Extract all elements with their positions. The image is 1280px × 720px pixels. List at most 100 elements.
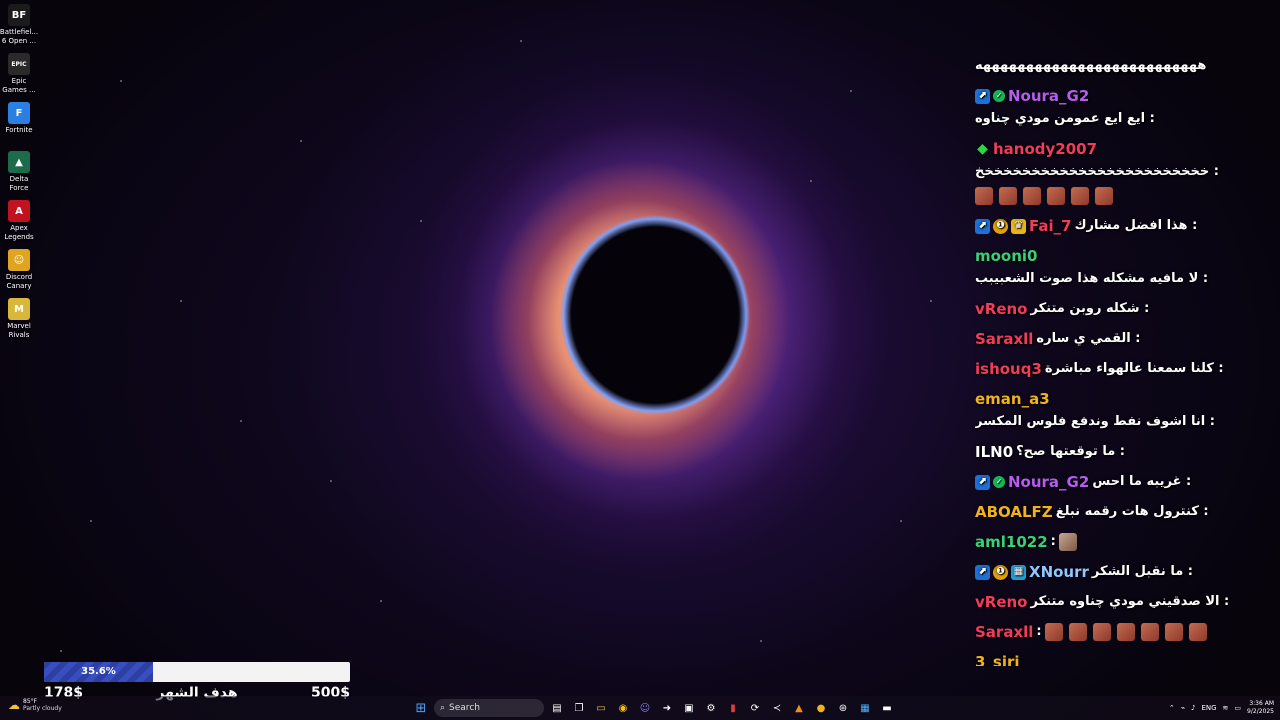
chat-emote <box>1058 533 1077 551</box>
chat-emote <box>1140 623 1159 641</box>
star <box>810 180 812 182</box>
verified-badge-icon: ✓ <box>993 476 1005 488</box>
desktop-icon-marvel-rivals[interactable]: M Marvel Rivals <box>0 298 38 346</box>
chat-username[interactable]: Saraxll <box>975 622 1033 642</box>
chat-username[interactable]: ABOALFZ <box>975 502 1053 522</box>
chrome-taskbar-button[interactable]: ◉ <box>614 699 632 717</box>
chat-username[interactable]: 3_siri <box>975 652 1020 666</box>
chat-message: ⬈ ✓ Noura_G2: ايع ايع عمومن مودي چناوه <box>975 86 1265 129</box>
vscode-taskbar-button[interactable]: ≺ <box>768 699 786 717</box>
star <box>380 600 382 602</box>
chat-message: 3_siri: خخخخخخخخخخخخخخخخخخخخخخخخخخخ <box>975 652 1265 666</box>
chat-message: ◆ hanody2007: خخخخخخخخخخخخخخخخخخخخخخخخخ <box>975 139 1265 206</box>
chat-app-icon: ● <box>816 702 826 714</box>
folder-icon: ▭ <box>596 702 606 714</box>
monitor-app-taskbar-button[interactable]: ▬ <box>878 699 896 717</box>
desktop-icon-epic-games[interactable]: EPIC Epic Games ... <box>0 53 38 101</box>
chevron-up-icon[interactable]: ⌃ <box>1169 704 1175 712</box>
red-app-icon: ▮ <box>730 702 736 714</box>
weather-widget[interactable]: ☁ 85°F Partly cloudy <box>8 698 62 712</box>
desktop-icon-fortnite[interactable]: F Fortnite <box>0 102 38 150</box>
sync-taskbar-button[interactable]: ⟳ <box>746 699 764 717</box>
desktop-icon-label: Discord Canary <box>5 273 33 290</box>
chat-username[interactable]: XNourr <box>1029 562 1089 582</box>
language-indicator[interactable]: ENG <box>1201 704 1216 712</box>
gold-badge-icon: ❶ <box>993 564 1008 580</box>
chat-username[interactable]: Saraxll <box>975 329 1033 349</box>
clock-time: 3:36 AM <box>1249 700 1274 707</box>
arrow-app-taskbar-button[interactable]: ➜ <box>658 699 676 717</box>
notes-app-taskbar-button[interactable]: ▦ <box>856 699 874 717</box>
terminal-taskbar-button[interactable]: ▣ <box>680 699 698 717</box>
desktop-icon-discord-canary[interactable]: ☺ Discord Canary <box>0 249 38 297</box>
chat-username[interactable]: eman_a3 <box>975 389 1050 409</box>
desktop-icon-label: Delta Force <box>9 175 29 192</box>
start-button[interactable]: ⊞ <box>412 699 430 717</box>
chat-emote <box>975 187 993 205</box>
desktop-icon-label: Marvel Rivals <box>7 322 31 339</box>
desktop-icon-delta-force[interactable]: ▲ Delta Force <box>0 151 38 199</box>
volume-icon[interactable]: ♪ <box>1191 704 1195 712</box>
clock-date: 9/2/2025 <box>1247 708 1274 715</box>
task-view-taskbar-button[interactable]: ❐ <box>570 699 588 717</box>
monitor-app-icon: ▬ <box>882 702 892 714</box>
delta-force-icon: ▲ <box>8 151 30 173</box>
chat-username[interactable]: aml1022 <box>975 532 1048 552</box>
chat-message-text: : ما نقبل الشكر <box>1091 564 1193 579</box>
taskbar-search[interactable]: ⌕ Search <box>434 699 544 717</box>
chat-message-text: : غريبه ما احس <box>1092 474 1192 489</box>
chat-emote <box>1164 623 1183 641</box>
search-icon: ⌕ <box>440 703 446 713</box>
chat-username[interactable]: vReno <box>975 592 1028 612</box>
chat-username[interactable]: hanody2007 <box>993 139 1097 159</box>
system-tray: ⌃ ⌁ ♪ ENG ≋ ▭ 3:36 AM 9/2/2025 <box>1169 698 1274 718</box>
chat-message: Saraxll: <box>975 622 1265 642</box>
battery-icon[interactable]: ▭ <box>1234 704 1241 712</box>
multi-badge-icon: ▦ <box>1011 564 1026 580</box>
discord-canary-icon: ☺ <box>8 249 30 271</box>
chat-username[interactable]: Noura_G2 <box>1008 86 1089 106</box>
chat-message-text: : خخخخخخخخخخخخخخخخخخخخخخخخخ <box>975 164 1219 179</box>
desktop-icon-battlefield[interactable]: BF Battlefiel... 6 Open ... <box>0 4 38 52</box>
media-app-taskbar-button[interactable]: ▲ <box>790 699 808 717</box>
star <box>120 80 122 82</box>
arrow-app-icon: ➜ <box>662 702 672 714</box>
battlefield-icon: BF <box>8 4 30 26</box>
prime-badge-icon: ⬈ <box>975 474 990 490</box>
chat-username[interactable]: mooni0 <box>975 246 1038 266</box>
epic-games-icon: EPIC <box>8 53 30 75</box>
clock[interactable]: 3:36 AM 9/2/2025 <box>1247 700 1274 716</box>
chat-username[interactable]: Noura_G2 <box>1008 472 1089 492</box>
folder-taskbar-button[interactable]: ▭ <box>592 699 610 717</box>
red-app-taskbar-button[interactable]: ▮ <box>724 699 742 717</box>
chat-emote <box>1116 623 1135 641</box>
chat-username[interactable]: vReno <box>975 299 1028 319</box>
steam-taskbar-button[interactable]: ⊛ <box>834 699 852 717</box>
chat-emote <box>1095 187 1113 205</box>
chat-message-text: : ما توقعتها صح؟ <box>1016 444 1125 459</box>
chat-emote <box>999 187 1017 205</box>
task-view-icon: ❐ <box>574 702 584 714</box>
chat-emote <box>1044 623 1063 641</box>
chat-emote <box>1092 623 1111 641</box>
chat-emote <box>1047 187 1065 205</box>
chat-message-text: : انا اشوف نفط وندفع فلوس المكسر <box>975 414 1215 429</box>
desktop-icon-apex-legends[interactable]: A Apex Legends <box>0 200 38 248</box>
chat-app-taskbar-button[interactable]: ● <box>812 699 830 717</box>
chat-message-text: : ايع ايع عمومن مودي چناوه <box>975 111 1155 126</box>
chat-username[interactable]: ishouq3 <box>975 359 1042 379</box>
discord-taskbar-button[interactable]: ☺ <box>636 699 654 717</box>
chat-message: ⬈ ❶ ♛ Fai_7: هذا افضل مشارك <box>975 216 1265 236</box>
chat-username[interactable]: ILN0 <box>975 442 1013 462</box>
chat-emote <box>1071 187 1089 205</box>
chat-message-text: : كلنا سمعنا عالهواء مباشرة <box>1044 361 1224 376</box>
wifi-icon[interactable]: ≋ <box>1223 704 1229 712</box>
steam-icon: ⊛ <box>838 702 848 714</box>
chat-username[interactable]: Fai_7 <box>1029 216 1072 236</box>
file-explorer-taskbar-button[interactable]: ▤ <box>548 699 566 717</box>
prime-badge-icon: ⬈ <box>975 88 990 104</box>
network-icon[interactable]: ⌁ <box>1181 704 1185 712</box>
settings-taskbar-button[interactable]: ⚙ <box>702 699 720 717</box>
marvel-rivals-icon: M <box>8 298 30 320</box>
star <box>180 300 182 302</box>
